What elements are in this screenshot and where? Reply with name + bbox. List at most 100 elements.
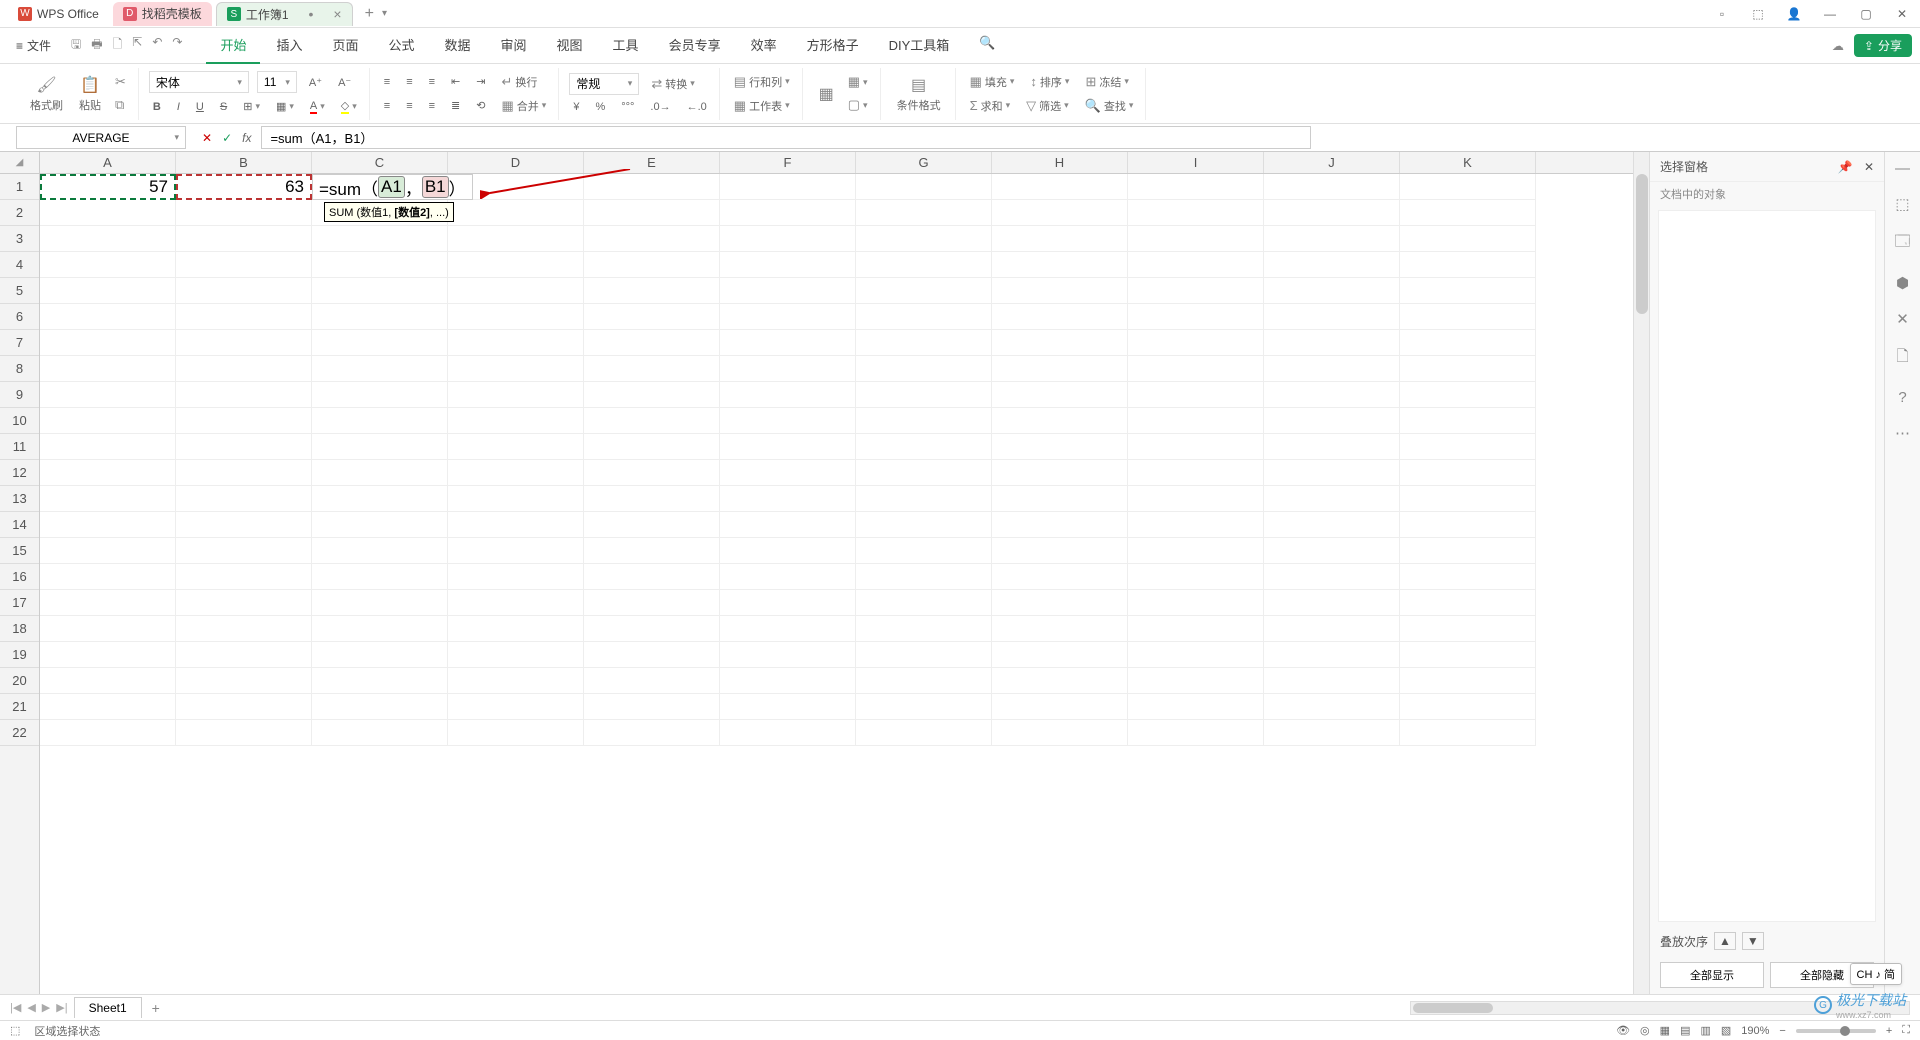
cell-d18[interactable] (448, 616, 584, 642)
tab-home[interactable]: 开始 (206, 27, 260, 64)
cell-h15[interactable] (992, 538, 1128, 564)
cell-g19[interactable] (856, 642, 992, 668)
cell-f14[interactable] (720, 512, 856, 538)
cell-f3[interactable] (720, 226, 856, 252)
tab-data[interactable]: 数据 (431, 27, 485, 64)
sheet-nav-last[interactable]: ▶| (56, 1001, 67, 1014)
cell-a15[interactable] (40, 538, 176, 564)
cell-b22[interactable] (176, 720, 312, 746)
fullscreen-icon[interactable]: ⛶ (1902, 1024, 1910, 1037)
row-header-11[interactable]: 11 (0, 434, 39, 460)
worksheet-button[interactable]: ▦工作表▾ (730, 96, 794, 116)
align-left-button[interactable]: ≡ (380, 98, 394, 114)
cell-a14[interactable] (40, 512, 176, 538)
cell-e4[interactable] (584, 252, 720, 278)
sort-button[interactable]: ↕排序▾ (1026, 72, 1073, 92)
print-icon[interactable]: 🖶 (91, 35, 102, 56)
orientation-button[interactable]: ⟲ (472, 97, 489, 114)
cell-e17[interactable] (584, 590, 720, 616)
cell-j12[interactable] (1264, 460, 1400, 486)
bring-forward-button[interactable]: ▲ (1714, 932, 1736, 950)
cell-d22[interactable] (448, 720, 584, 746)
align-center-button[interactable]: ≡ (402, 98, 416, 114)
italic-button[interactable]: I (173, 99, 184, 115)
cell-b5[interactable] (176, 278, 312, 304)
cell-j20[interactable] (1264, 668, 1400, 694)
align-middle-button[interactable]: ≡ (402, 74, 416, 90)
cell-j13[interactable] (1264, 486, 1400, 512)
cell-e14[interactable] (584, 512, 720, 538)
cell-h12[interactable] (992, 460, 1128, 486)
col-header-a[interactable]: A (40, 152, 176, 173)
cell-j16[interactable] (1264, 564, 1400, 590)
cell-a4[interactable] (40, 252, 176, 278)
cell-e11[interactable] (584, 434, 720, 460)
cell-b14[interactable] (176, 512, 312, 538)
indent-inc-button[interactable]: ⇥ (472, 73, 489, 90)
cell-j14[interactable] (1264, 512, 1400, 538)
cell-d3[interactable] (448, 226, 584, 252)
cell-g5[interactable] (856, 278, 992, 304)
view-page-button[interactable]: ▤ (1680, 1024, 1690, 1037)
cell-f16[interactable] (720, 564, 856, 590)
select-all-corner[interactable]: ◢ (0, 152, 40, 174)
cell-f21[interactable] (720, 694, 856, 720)
visibility-icon[interactable]: 👁 (1616, 1024, 1630, 1037)
border-button[interactable]: ⊞▾ (239, 98, 264, 115)
cell-i12[interactable] (1128, 460, 1264, 486)
cell-g4[interactable] (856, 252, 992, 278)
rowcol-button[interactable]: ▤行和列▾ (730, 72, 794, 92)
cell-a6[interactable] (40, 304, 176, 330)
cell-d6[interactable] (448, 304, 584, 330)
col-header-h[interactable]: H (992, 152, 1128, 173)
cell-e7[interactable] (584, 330, 720, 356)
cell-c7[interactable] (312, 330, 448, 356)
tab-menu-button[interactable]: ▾ (382, 8, 387, 19)
copy-button[interactable]: ⧉ (111, 95, 130, 115)
filter-button[interactable]: ▽筛选▾ (1022, 96, 1073, 116)
percent-button[interactable]: % (591, 99, 609, 115)
strip-clear-icon[interactable]: ✕ (1896, 310, 1909, 328)
cell-b20[interactable] (176, 668, 312, 694)
cell-j6[interactable] (1264, 304, 1400, 330)
cell-f5[interactable] (720, 278, 856, 304)
cell-a17[interactable] (40, 590, 176, 616)
cell-e8[interactable] (584, 356, 720, 382)
cell-f12[interactable] (720, 460, 856, 486)
cell-g11[interactable] (856, 434, 992, 460)
cell-d16[interactable] (448, 564, 584, 590)
cell-k5[interactable] (1400, 278, 1536, 304)
cell-k22[interactable] (1400, 720, 1536, 746)
row-header-10[interactable]: 10 (0, 408, 39, 434)
cell-g6[interactable] (856, 304, 992, 330)
cell-g14[interactable] (856, 512, 992, 538)
cell-h20[interactable] (992, 668, 1128, 694)
cond-format-button[interactable]: ▤条件格式 (891, 73, 947, 115)
cell-b2[interactable] (176, 200, 312, 226)
cell-b9[interactable] (176, 382, 312, 408)
row-header-18[interactable]: 18 (0, 616, 39, 642)
row-header-13[interactable]: 13 (0, 486, 39, 512)
tab-member[interactable]: 会员专享 (655, 27, 735, 64)
cell-c22[interactable] (312, 720, 448, 746)
cell-d7[interactable] (448, 330, 584, 356)
formula-bar-input[interactable]: =sum（A1，B1） (261, 126, 1311, 149)
cell-k2[interactable] (1400, 200, 1536, 226)
cell-a3[interactable] (40, 226, 176, 252)
strike-button[interactable]: S (216, 99, 231, 115)
add-sheet-button[interactable]: + (152, 1000, 160, 1016)
cell-c20[interactable] (312, 668, 448, 694)
cell-b13[interactable] (176, 486, 312, 512)
cell-e9[interactable] (584, 382, 720, 408)
cell-i4[interactable] (1128, 252, 1264, 278)
wrap-button[interactable]: ↵换行 (497, 72, 541, 92)
cell-c4[interactable] (312, 252, 448, 278)
cell-k18[interactable] (1400, 616, 1536, 642)
zoom-slider[interactable] (1796, 1029, 1876, 1033)
cell-i21[interactable] (1128, 694, 1264, 720)
cell-i20[interactable] (1128, 668, 1264, 694)
row-header-16[interactable]: 16 (0, 564, 39, 590)
cell-i9[interactable] (1128, 382, 1264, 408)
cell-d17[interactable] (448, 590, 584, 616)
cell-a22[interactable] (40, 720, 176, 746)
